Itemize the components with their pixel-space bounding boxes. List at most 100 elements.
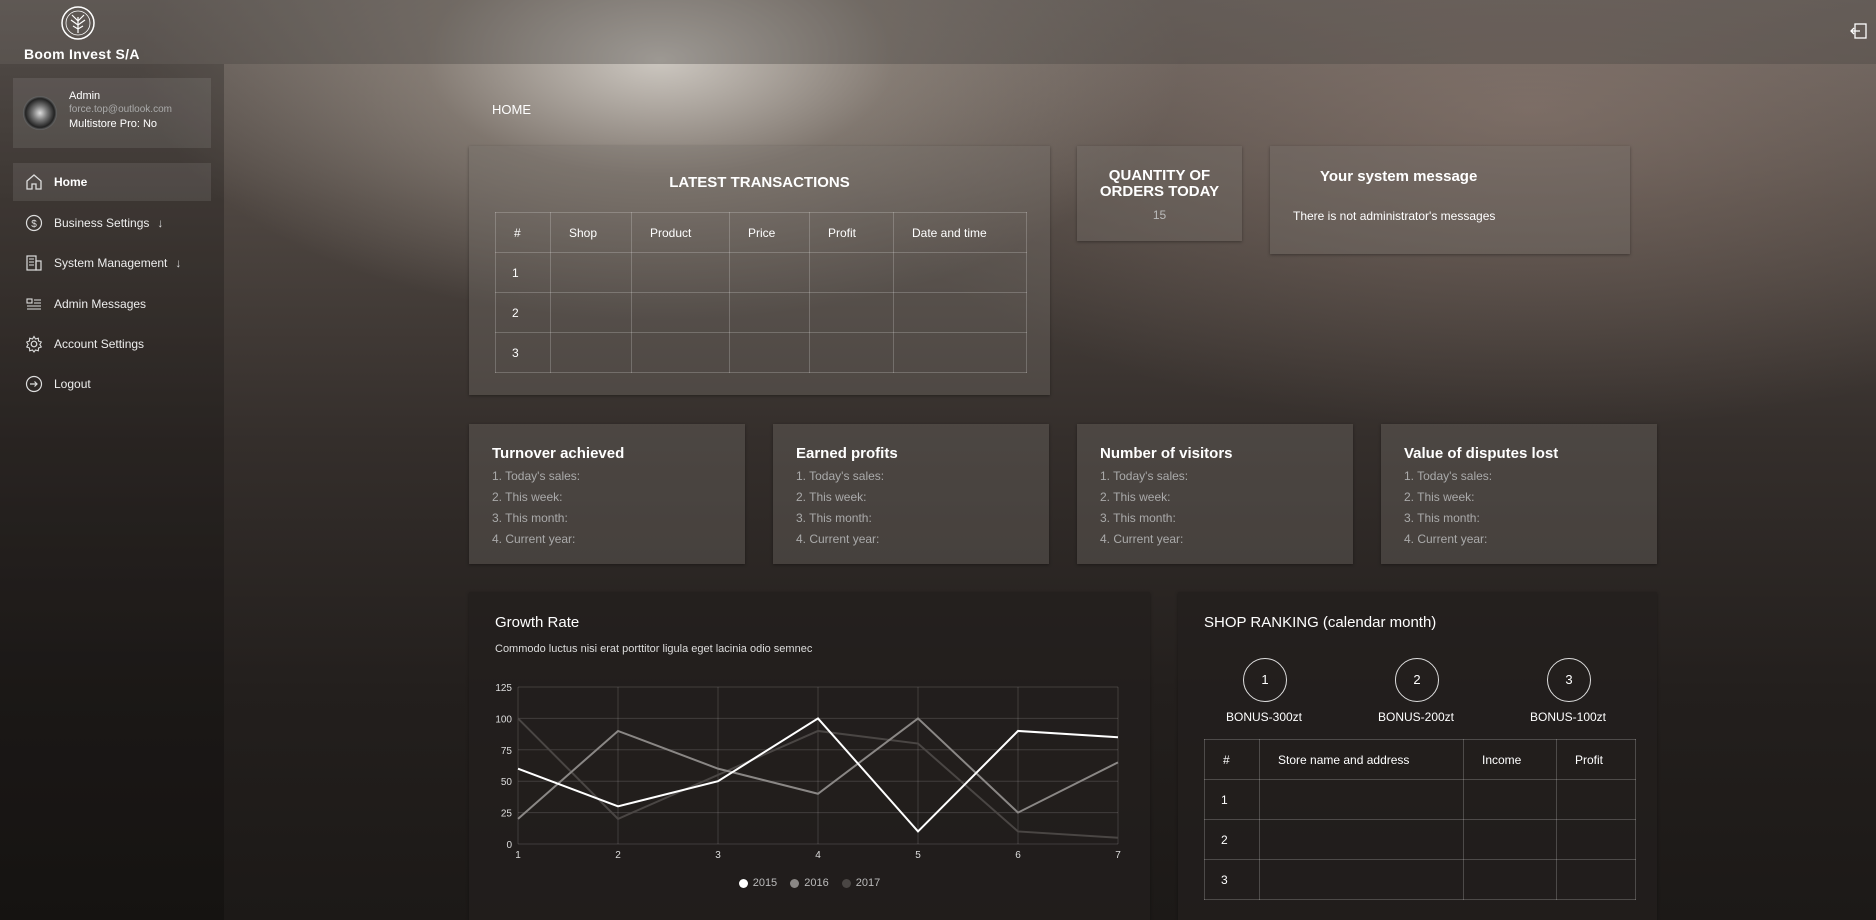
- stat-title: Turnover achieved: [492, 445, 625, 462]
- legend-item[interactable]: 2015: [738, 877, 778, 889]
- avatar[interactable]: [23, 96, 57, 130]
- column-header: Income: [1463, 739, 1557, 780]
- stat-line: 3. This month:: [1404, 511, 1480, 525]
- column-header: Profit: [1556, 739, 1636, 780]
- sidebar-item-home[interactable]: Home: [13, 163, 211, 201]
- latest-transactions-title: LATEST TRANSACTIONS: [669, 174, 850, 191]
- stat-line: 1. Today's sales:: [1404, 469, 1493, 483]
- sidebar-item-logout[interactable]: Logout: [13, 365, 211, 403]
- legend-label: 2017: [855, 877, 881, 889]
- top-bar: [0, 0, 1876, 64]
- message-list-icon: [26, 298, 41, 310]
- orders-today-panel: QUANTITY OF ORDERS TODAY 15: [1077, 146, 1242, 241]
- stat-title: Value of disputes lost: [1404, 445, 1559, 462]
- y-tick-label: 0: [506, 840, 512, 851]
- legend-dot: [738, 878, 748, 888]
- sidebar-item-label: Account Settings: [54, 337, 145, 351]
- stat-line: 1. Today's sales:: [796, 469, 885, 483]
- system-message-text: There is not administrator's messages: [1293, 209, 1496, 223]
- column-header: Product: [631, 212, 730, 253]
- y-tick-label: 100: [495, 714, 512, 725]
- rank-bonus: BONUS-300zt: [1225, 710, 1303, 724]
- transactions-table: # Shop Product Price Profit Date and tim…: [495, 212, 1027, 373]
- column-header: #: [1204, 739, 1260, 780]
- sidebar-item-admin-messages[interactable]: Admin Messages: [13, 285, 211, 323]
- logout-circle-icon: [25, 375, 43, 393]
- table-row: 2: [1204, 819, 1636, 860]
- stat-title: Number of visitors: [1100, 445, 1233, 462]
- legend-label: 2015: [752, 877, 778, 889]
- stat-line: 1. Today's sales:: [1100, 469, 1189, 483]
- profile-email: force.top@outlook.com: [69, 104, 172, 115]
- sidebar-item-business-settings[interactable]: $ Business Settings ↓: [13, 204, 211, 242]
- table-header-row: # Store name and address Income Profit: [1204, 739, 1636, 780]
- table-row: 1: [1204, 779, 1636, 820]
- stat-card-disputes: Value of disputes lost 1. Today's sales:…: [1381, 424, 1657, 564]
- legend-dot: [841, 878, 851, 888]
- sidebar-item-account-settings[interactable]: Account Settings: [13, 325, 211, 363]
- profile-card: Admin force.top@outlook.com Multistore P…: [13, 78, 211, 148]
- stat-line: 3. This month:: [796, 511, 872, 525]
- table-row: 3: [1204, 859, 1636, 900]
- profile-multistore: Multistore Pro: No: [69, 118, 158, 130]
- tree-emblem-icon: [61, 6, 95, 40]
- dollar-icon: $: [25, 214, 43, 232]
- profile-name: Admin: [69, 90, 101, 102]
- sidebar: Admin force.top@outlook.com Multistore P…: [0, 64, 224, 920]
- legend-item[interactable]: 2017: [841, 877, 881, 889]
- y-tick-label: 125: [495, 683, 512, 694]
- x-tick-label: 7: [1115, 850, 1121, 861]
- legend-label: 2016: [804, 877, 829, 889]
- brand-logo[interactable]: Boom Invest S/A: [20, 4, 140, 62]
- rank-circle: 1: [1243, 658, 1287, 702]
- rank-bonus: BONUS-100zt: [1529, 710, 1607, 724]
- growth-rate-panel: Growth Rate Commodo luctus nisi erat por…: [469, 592, 1150, 920]
- stat-card-profits: Earned profits 1. Today's sales: 2. This…: [773, 424, 1049, 564]
- shop-ranking-table: # Store name and address Income Profit 1…: [1204, 739, 1636, 900]
- legend-dot: [790, 878, 800, 888]
- stat-line: 2. This week:: [1404, 490, 1475, 504]
- row-number: 1: [495, 252, 551, 293]
- x-tick-label: 2: [615, 850, 621, 861]
- stat-line: 4. Current year:: [492, 532, 576, 546]
- system-message-title: Your system message: [1320, 168, 1478, 185]
- row-number: 3: [495, 332, 551, 373]
- sidebar-item-label: System Management: [54, 256, 168, 270]
- rank-circle: 3: [1547, 658, 1591, 702]
- row-number: 2: [495, 292, 551, 333]
- arrow-down-icon: ↓: [175, 256, 182, 270]
- x-tick-label: 1: [515, 850, 521, 861]
- x-tick-label: 3: [715, 850, 721, 861]
- stat-line: 2. This week:: [492, 490, 563, 504]
- column-header: Date and time: [893, 212, 1027, 253]
- breadcrumb[interactable]: HOME: [492, 102, 531, 117]
- row-number: 2: [1204, 819, 1260, 860]
- sidebar-item-label: Business Settings: [54, 216, 150, 230]
- rank-circle: 2: [1395, 658, 1439, 702]
- logout-icon[interactable]: [1850, 22, 1868, 40]
- legend-item[interactable]: 2016: [790, 877, 829, 889]
- stat-line: 4. Current year:: [1404, 532, 1488, 546]
- stat-line: 2. This week:: [796, 490, 867, 504]
- growth-chart: 0 25 50 75 100 125 1 2 3 4 5 6 7: [495, 683, 1121, 861]
- home-icon: [26, 174, 42, 190]
- stat-card-visitors: Number of visitors 1. Today's sales: 2. …: [1077, 424, 1353, 564]
- sidebar-item-label: Logout: [54, 377, 91, 391]
- sidebar-item-label: Home: [54, 175, 88, 189]
- building-icon: [26, 255, 42, 271]
- table-row: 2: [495, 292, 1027, 333]
- shop-ranking-panel: SHOP RANKING (calendar month) 1 BONUS-30…: [1178, 592, 1657, 920]
- column-header: Shop: [550, 212, 632, 253]
- column-header: Profit: [809, 212, 894, 253]
- orders-today-title: QUANTITY OF ORDERS TODAY: [1099, 167, 1220, 200]
- y-tick-label: 75: [501, 746, 513, 757]
- row-number: 3: [1204, 859, 1260, 900]
- column-header: Store name and address: [1259, 739, 1464, 780]
- rank-bonus: BONUS-200zt: [1377, 710, 1455, 724]
- stat-line: 4. Current year:: [1100, 532, 1184, 546]
- latest-transactions-panel: LATEST TRANSACTIONS # Shop Product Price…: [469, 146, 1050, 395]
- row-number: 1: [1204, 779, 1260, 820]
- sidebar-item-system-management[interactable]: System Management ↓: [13, 244, 211, 282]
- stat-line: 3. This month:: [492, 511, 568, 525]
- stat-card-turnover: Turnover achieved 1. Today's sales: 2. T…: [469, 424, 745, 564]
